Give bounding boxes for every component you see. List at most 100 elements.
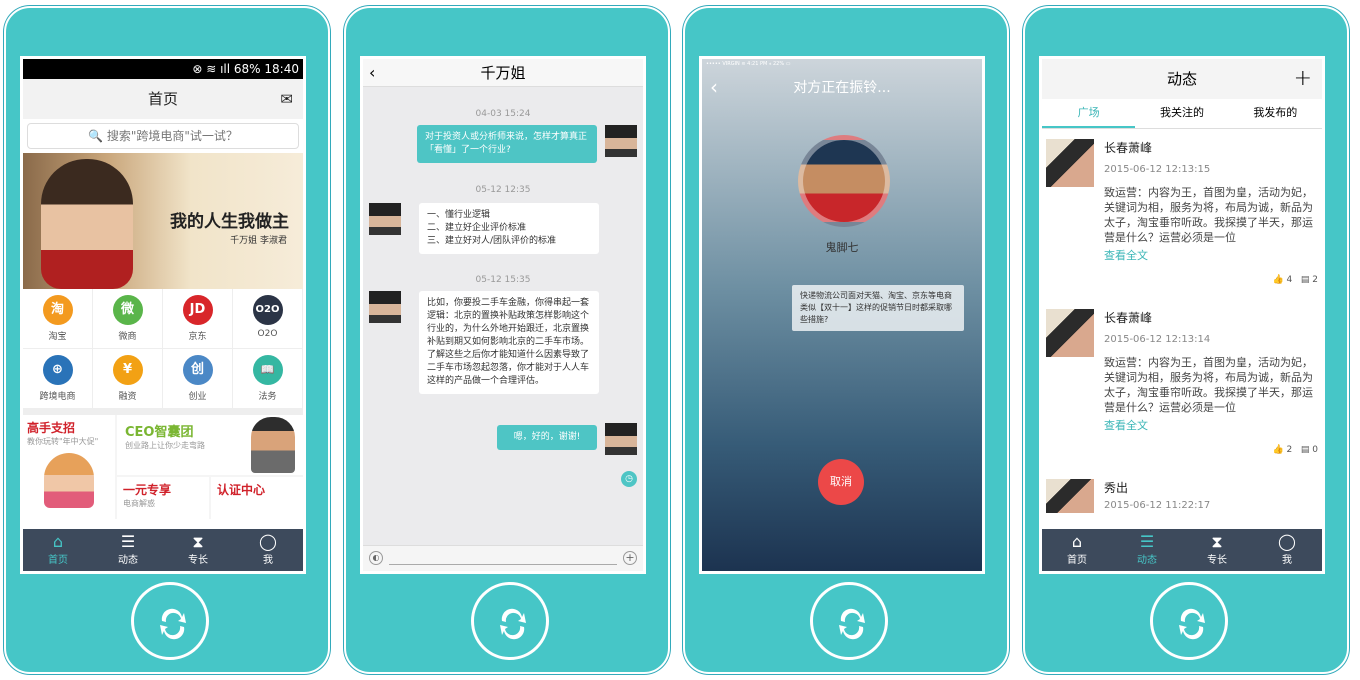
- promo-certification[interactable]: 认证中心: [211, 477, 303, 519]
- tab-feed[interactable]: ☰ 动态: [93, 529, 163, 571]
- swap-icon: [1179, 608, 1205, 640]
- add-post-button[interactable]: +: [1294, 59, 1312, 99]
- list-item[interactable]: 长春萧峰 2015-06-12 12:13:14 致运营：内容为王，首图为皇，活…: [1042, 299, 1322, 469]
- list-item[interactable]: 秀出 2015-06-12 11:22:17: [1042, 469, 1322, 513]
- category-grid: 淘淘宝 微微商 JD 京东 O2O O2O ⊕ 跨境电商 ¥ 融资 创创业 📖 法务: [23, 289, 303, 409]
- message-bubble: 一、懂行业逻辑 二、建立好企业评价标准 三、建立好对人/团队评价的标准: [419, 203, 599, 254]
- back-icon[interactable]: ‹: [369, 59, 375, 87]
- post-actions: 👍 4 ▤ 2: [1272, 275, 1318, 285]
- category-financing[interactable]: ¥ 融资: [93, 349, 163, 409]
- read-more-link[interactable]: 查看全文: [1104, 417, 1316, 433]
- message-input[interactable]: [389, 564, 617, 565]
- comment-icon[interactable]: ▤: [1301, 445, 1310, 455]
- like-icon[interactable]: 👍: [1272, 445, 1283, 455]
- status-bar: ••••• VIRGIN ≋ 4:21 PM ⁎ 22% ▭: [706, 61, 791, 67]
- tab-home[interactable]: ⌂ 首页: [23, 529, 93, 571]
- category-legal[interactable]: 📖 法务: [233, 349, 303, 409]
- avatar[interactable]: [369, 291, 401, 323]
- weishang-icon: 微: [112, 295, 143, 325]
- user-icon: ◯: [1278, 532, 1296, 551]
- list-item[interactable]: 长春萧峰 2015-06-12 12:13:15 致运营：内容为王，首图为皇，活…: [1042, 129, 1322, 299]
- tab-expertise[interactable]: ⧗ 专长: [1182, 529, 1252, 571]
- home-navbar: 首页 ✉: [23, 79, 303, 119]
- call-screen: ••••• VIRGIN ≋ 4:21 PM ⁎ 22% ▭ ‹ 对方正在振铃.…: [699, 56, 985, 574]
- post-author: 长春萧峰: [1104, 311, 1153, 325]
- avatar[interactable]: [1046, 309, 1094, 357]
- tab-me[interactable]: ◯ 我: [1252, 529, 1322, 571]
- feed-header: 动态 +: [1042, 59, 1322, 99]
- tab-following[interactable]: 我关注的: [1135, 99, 1228, 128]
- book-icon: 📖: [252, 355, 283, 385]
- home-icon: ⌂: [1071, 532, 1083, 551]
- post-body: 致运营：内容为王，首图为皇，活动为妃，关键词为相，服务为将，布局为诚，新品为太子…: [1104, 356, 1313, 414]
- message-timestamp: 05-12 12:35: [475, 185, 531, 195]
- phone-frame-call: ••••• VIRGIN ≋ 4:21 PM ⁎ 22% ▭ ‹ 对方正在振铃.…: [683, 6, 1009, 674]
- read-more-link[interactable]: 查看全文: [1104, 247, 1316, 263]
- add-icon[interactable]: +: [623, 551, 637, 565]
- switch-button[interactable]: [810, 582, 888, 660]
- message-bubble: 对于投资人或分析师来说，怎样才算真正「看懂」了一个行业?: [417, 125, 597, 163]
- tab-feed[interactable]: ☰ 动态: [1112, 529, 1182, 571]
- post-author: 秀出: [1104, 481, 1129, 495]
- message-timestamp: 04-03 15:24: [475, 109, 531, 119]
- tab-expertise[interactable]: ⧗ 专长: [163, 529, 233, 571]
- hourglass-icon: ⧗: [192, 532, 204, 551]
- avatar[interactable]: [1046, 139, 1094, 187]
- switch-button[interactable]: [131, 582, 209, 660]
- promo-expert-tips[interactable]: 高手支招 教你玩转"年中大促": [23, 415, 115, 519]
- promo-one-yuan[interactable]: 一元专享 电商解惑: [117, 477, 209, 519]
- promo-section: 高手支招 教你玩转"年中大促" CEO智囊团 创业路上让你少走弯路 一元专享 电…: [23, 409, 303, 519]
- phone-frame-home: ⊗ ≋ ıll 68% 18:40 首页 ✉ 🔍 搜索"跨境电商"试一试？ 我的…: [4, 6, 330, 674]
- o2o-icon: O2O: [252, 295, 283, 325]
- clock-icon: ◷: [621, 471, 637, 487]
- like-icon[interactable]: 👍: [1272, 275, 1283, 285]
- banner-subtitle: 千万姐 李淑君: [230, 236, 287, 246]
- feed-icon: ☰: [120, 532, 136, 551]
- tab-my-posts[interactable]: 我发布的: [1229, 99, 1322, 128]
- ceo-photo: [251, 417, 295, 473]
- category-weishang[interactable]: 微微商: [93, 289, 163, 349]
- message-bubble: 嗯，好的，谢谢!: [497, 425, 597, 450]
- category-cross-border[interactable]: ⊕ 跨境电商: [23, 349, 93, 409]
- message-timestamp: 05-12 15:35: [475, 275, 531, 285]
- hourglass-icon: ⧗: [1211, 532, 1223, 551]
- search-input[interactable]: 🔍 搜索"跨境电商"试一试？: [27, 123, 299, 149]
- feed-screen: 动态 + 广场 我关注的 我发布的 长春萧峰 2015-06-12 12:13:…: [1039, 56, 1325, 574]
- mail-icon[interactable]: ✉: [280, 79, 293, 119]
- startup-icon: 创: [182, 355, 213, 385]
- feed-icon: ☰: [1139, 532, 1155, 551]
- post-body: 致运营：内容为王，首图为皇，活动为妃，关键词为相，服务为将，布局为诚，新品为太子…: [1104, 186, 1313, 244]
- banner-photo: [41, 159, 133, 289]
- message-bubble: 比如，你要投二手车金融，你得串起一套逻辑：北京的置换补贴政策怎样影响这个行业的，…: [419, 291, 599, 394]
- tab-me[interactable]: ◯ 我: [233, 529, 303, 571]
- phone-frame-feed: 动态 + 广场 我关注的 我发布的 长春萧峰 2015-06-12 12:13:…: [1023, 6, 1349, 674]
- yen-icon: ¥: [112, 355, 143, 385]
- globe-icon: ⊕: [42, 355, 73, 385]
- search-icon: 🔍: [88, 129, 104, 143]
- avatar[interactable]: [605, 423, 637, 455]
- category-startup[interactable]: 创创业: [163, 349, 233, 409]
- avatar[interactable]: [1046, 479, 1094, 513]
- page-title: 动态: [1166, 70, 1197, 88]
- category-o2o[interactable]: O2O O2O: [233, 289, 303, 349]
- chat-input-bar: ◐ +: [363, 545, 643, 571]
- banner[interactable]: 我的人生我做主 千万姐 李淑君: [23, 153, 303, 289]
- category-jd[interactable]: JD 京东: [163, 289, 233, 349]
- tab-square[interactable]: 广场: [1042, 99, 1136, 128]
- comment-icon[interactable]: ▤: [1301, 275, 1310, 285]
- cancel-call-button[interactable]: 取消: [818, 459, 864, 505]
- caller-avatar: [798, 135, 890, 227]
- category-taobao[interactable]: 淘淘宝: [23, 289, 93, 349]
- voice-icon[interactable]: ◐: [369, 551, 383, 565]
- avatar[interactable]: [605, 125, 637, 157]
- tab-home[interactable]: ⌂ 首页: [1042, 529, 1112, 571]
- switch-button[interactable]: [471, 582, 549, 660]
- swap-icon: [160, 608, 186, 640]
- swap-icon: [500, 608, 526, 640]
- bottom-tab-bar: ⌂ 首页 ☰ 动态 ⧗ 专长 ◯ 我: [1042, 529, 1322, 571]
- avatar[interactable]: [369, 203, 401, 235]
- switch-button[interactable]: [1150, 582, 1228, 660]
- post-actions: 👍 2 ▤ 0: [1272, 445, 1318, 455]
- jd-icon: JD: [182, 295, 213, 325]
- promo-ceo-team[interactable]: CEO智囊团 创业路上让你少走弯路: [117, 415, 303, 475]
